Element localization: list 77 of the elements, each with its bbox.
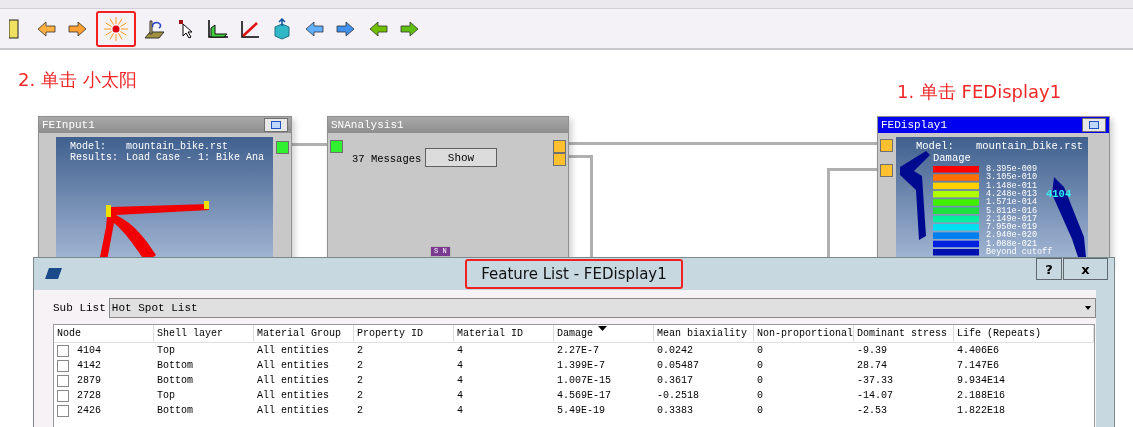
- table-cell: 4.569E-17: [557, 390, 611, 401]
- table-cell: 2.27E-7: [557, 345, 599, 356]
- table-cell: 2728: [77, 390, 101, 401]
- table-cell: 1.399E-7: [557, 360, 605, 371]
- table-cell: -0.2518: [657, 390, 699, 401]
- table-cell: 2426: [77, 405, 101, 416]
- sub-list-label: Sub List: [53, 302, 106, 314]
- table-cell: 4104: [77, 345, 101, 356]
- node-title: FEDisplay1: [881, 118, 947, 133]
- table-cell: 0.0242: [657, 345, 693, 356]
- table-cell: 2.188E16: [957, 390, 1005, 401]
- table-cell: 1.007E-15: [557, 375, 611, 386]
- table-cell: 0: [757, 360, 763, 371]
- view-value: mountain_bike.rst: [126, 141, 229, 152]
- table-cell: 1.822E18: [957, 405, 1005, 416]
- table-cell: All entities: [257, 405, 329, 416]
- node-title: SNAnalysis1: [331, 118, 404, 133]
- annotation-text: 1. 单击 FEDisplay1: [897, 80, 1062, 104]
- table-cell: 5.49E-19: [557, 405, 605, 416]
- table-cell: 4142: [77, 360, 101, 371]
- table-cell: -2.53: [857, 405, 887, 416]
- legend-value: 2.940e-020: [986, 231, 1037, 240]
- table-cell: 4: [457, 390, 463, 401]
- table-cell: All entities: [257, 360, 329, 371]
- table-cell: Top: [157, 390, 175, 401]
- table-cell: 0.05487: [657, 360, 699, 371]
- table-cell: 4.406E6: [957, 345, 999, 356]
- legend-value: 7.950e-019: [986, 223, 1037, 232]
- table-cell: 2879: [77, 375, 101, 386]
- legend-value: 3.105e-010: [986, 173, 1037, 182]
- table-cell: -9.39: [857, 345, 887, 356]
- table-cell: 0: [757, 390, 763, 401]
- table-cell: 2: [357, 375, 363, 386]
- table-cell: Top: [157, 345, 175, 356]
- table-cell: 0.3617: [657, 375, 693, 386]
- node-title: FEInput1: [42, 118, 95, 133]
- table-cell: 2: [357, 360, 363, 371]
- legend-title: Damage: [933, 153, 971, 164]
- table-cell: 4: [457, 375, 463, 386]
- view-label: Results:: [70, 152, 118, 163]
- table-cell: Bottom: [157, 405, 193, 416]
- table-cell: 0: [757, 345, 763, 356]
- legend-value: 1.088e-021: [986, 239, 1037, 248]
- table-cell: All entities: [257, 375, 329, 386]
- table-cell: All entities: [257, 345, 329, 356]
- table-cell: 0.3383: [657, 405, 693, 416]
- table-cell: 4: [457, 360, 463, 371]
- table-cell: All entities: [257, 390, 329, 401]
- legend-value: 1.148e-011: [986, 181, 1037, 190]
- legend-value: 8.395e-009: [986, 165, 1037, 173]
- table-cell: 4: [457, 405, 463, 416]
- message-count: 37 Messages: [352, 154, 422, 165]
- table-cell: Bottom: [157, 360, 193, 371]
- table-cell: 0: [757, 375, 763, 386]
- table-cell: Bottom: [157, 375, 193, 386]
- table-cell: 2: [357, 345, 363, 356]
- table-cell: 4: [457, 345, 463, 356]
- view-label: Model:: [70, 141, 106, 152]
- table-cell: -37.33: [857, 375, 893, 386]
- table-cell: 2: [357, 405, 363, 416]
- view-value: mountain_bike.rst: [976, 141, 1084, 152]
- view-label: Model:: [916, 141, 954, 152]
- annotation-text: 2. 单击 小太阳: [18, 68, 137, 92]
- dialog-title: Feature List - FEDisplay1: [465, 259, 683, 289]
- legend-value: 4.248e-013: [986, 189, 1037, 198]
- legend-value: Beyond cutoff: [986, 248, 1053, 256]
- legend-value: 1.571e-014: [986, 198, 1037, 207]
- table-cell: -14.07: [857, 390, 893, 401]
- table-cell: 0: [757, 405, 763, 416]
- table-cell: 28.74: [857, 360, 887, 371]
- table-cell: 2: [357, 390, 363, 401]
- legend-value: 2.149e-017: [986, 214, 1037, 223]
- table-cell: 7.147E6: [957, 360, 999, 371]
- table-cell: 9.934E14: [957, 375, 1005, 386]
- view-value: Load Case - 1: Bike Ana: [126, 152, 265, 163]
- probe-label: 4104: [1046, 189, 1072, 200]
- legend-value: 5.811e-016: [986, 206, 1037, 215]
